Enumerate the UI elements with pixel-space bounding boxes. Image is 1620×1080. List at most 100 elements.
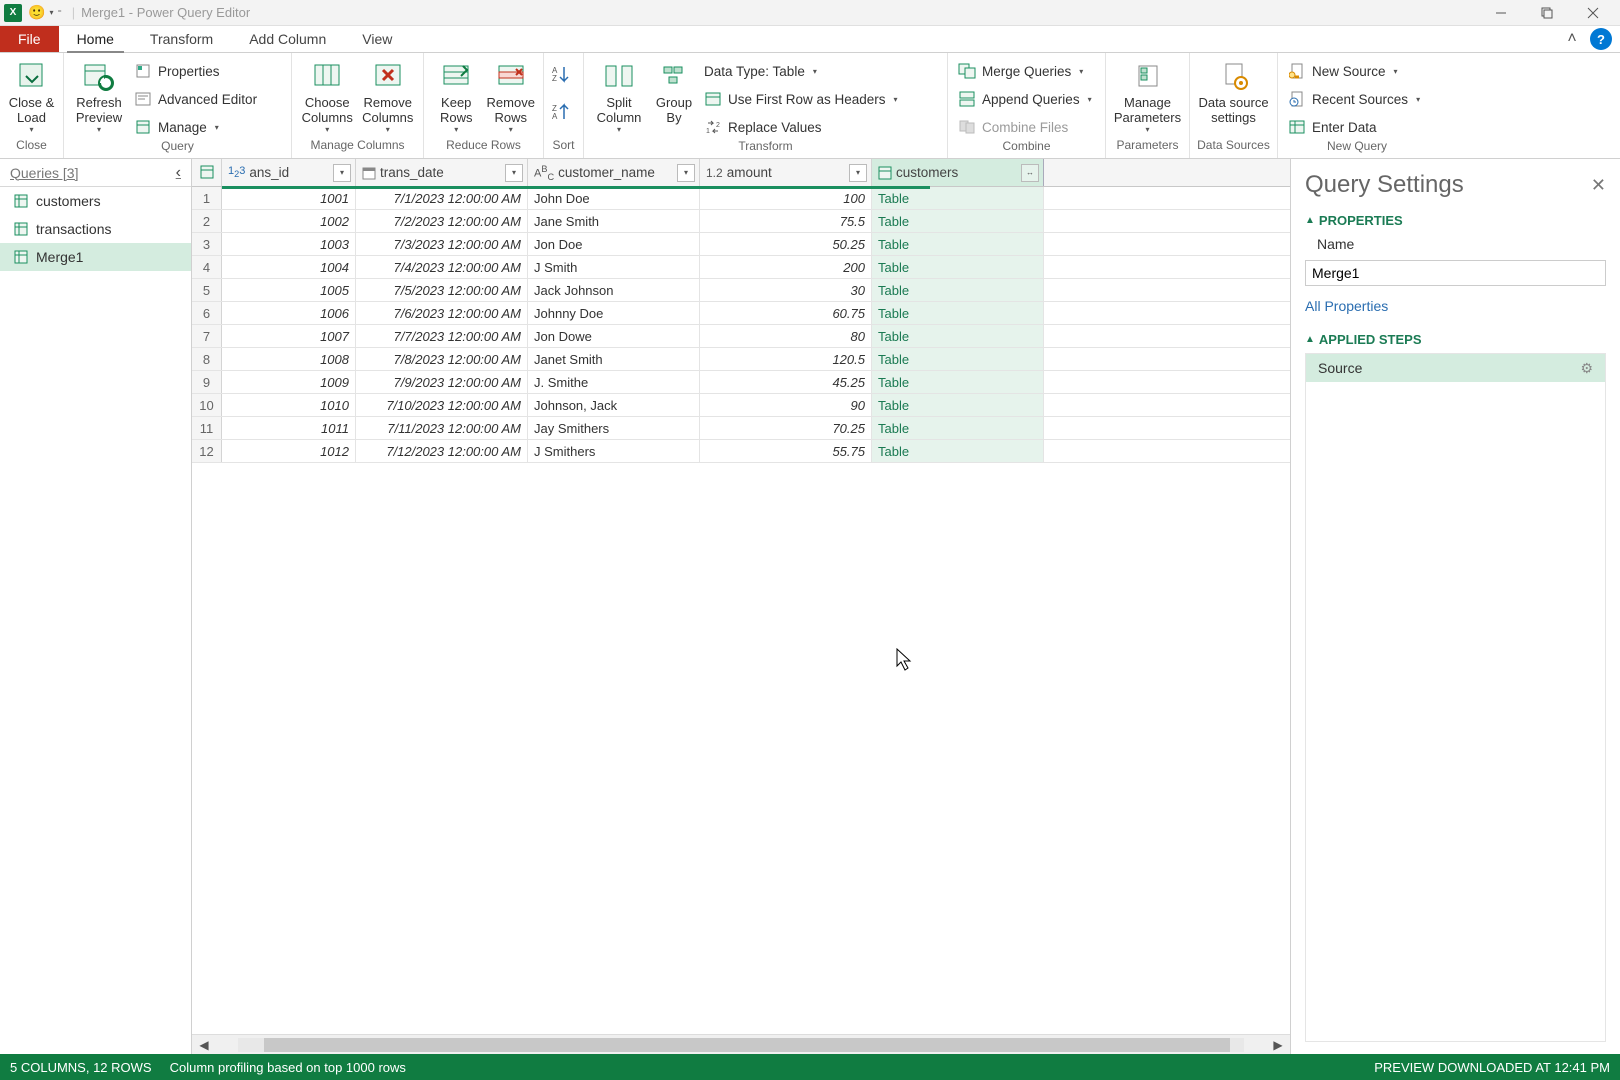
table-row[interactable]: 710077/7/2023 12:00:00 AMJon Dowe80Table xyxy=(192,325,1290,348)
applied-steps-header: APPLIED STEPS xyxy=(1319,332,1422,347)
first-row-headers-button[interactable]: Use First Row as Headers▾ xyxy=(704,87,904,111)
new-source-button[interactable]: New Source▾ xyxy=(1288,59,1426,83)
refresh-preview-button[interactable]: Refresh Preview▾ xyxy=(70,57,128,134)
svg-text:2: 2 xyxy=(716,122,720,129)
filter-icon[interactable]: ▾ xyxy=(505,164,523,182)
replace-values-button[interactable]: 12Replace Values xyxy=(704,115,904,139)
group-reduce-rows-label: Reduce Rows xyxy=(424,138,543,158)
qat-dropdown-icon[interactable]: ▾ xyxy=(49,8,53,17)
svg-text:1: 1 xyxy=(706,128,710,134)
remove-rows-button[interactable]: Remove Rows▾ xyxy=(485,57,538,134)
remove-columns-button[interactable]: Remove Columns▾ xyxy=(359,57,418,134)
append-queries-button[interactable]: Append Queries▾ xyxy=(958,87,1098,111)
close-window-button[interactable] xyxy=(1570,0,1616,26)
properties-header: PROPERTIES xyxy=(1319,213,1403,228)
merge-queries-button[interactable]: Merge Queries▾ xyxy=(958,59,1098,83)
ribbon: Close & Load▾ Close Refresh Preview▾ Pro… xyxy=(0,53,1620,159)
table-row[interactable]: 1010107/10/2023 12:00:00 AMJohnson, Jack… xyxy=(192,394,1290,417)
column-header-trans-date[interactable]: trans_date▾ xyxy=(356,159,528,186)
horizontal-scrollbar[interactable]: ◀ ▶ xyxy=(192,1034,1290,1054)
keep-rows-button[interactable]: Keep Rows▾ xyxy=(430,57,483,134)
group-transform-label: Transform xyxy=(584,139,947,158)
queries-item[interactable]: Merge1 xyxy=(0,243,191,271)
queries-item[interactable]: transactions xyxy=(0,215,191,243)
queries-pane: Queries [3] ‹ customerstransactionsMerge… xyxy=(0,159,192,1054)
sort-desc-button[interactable]: ZA xyxy=(550,95,572,129)
applied-steps-list: Source ⚙ xyxy=(1305,353,1606,1042)
table-row[interactable]: 410047/4/2023 12:00:00 AMJ Smith200Table xyxy=(192,256,1290,279)
manage-button[interactable]: Manage▾ xyxy=(134,115,263,139)
group-data-sources-label: Data Sources xyxy=(1190,138,1277,158)
data-grid: 123ans_id▾ trans_date▾ ABCcustomer_name▾… xyxy=(192,159,1290,1054)
query-settings-title: Query Settings xyxy=(1305,171,1464,199)
table-row[interactable]: 310037/3/2023 12:00:00 AMJon Doe50.25Tab… xyxy=(192,233,1290,256)
title-bar: X 🙂 ▾ ⁼ | Merge1 - Power Query Editor xyxy=(0,0,1620,26)
split-column-button[interactable]: Split Column▾ xyxy=(590,57,648,134)
data-type-dropdown[interactable]: Data Type: Table▾ xyxy=(704,59,904,83)
tab-file[interactable]: File xyxy=(0,26,59,52)
gear-icon[interactable]: ⚙ xyxy=(1580,360,1593,377)
maximize-button[interactable] xyxy=(1524,0,1570,26)
status-profiling: Column profiling based on top 1000 rows xyxy=(170,1060,406,1075)
sort-asc-button[interactable]: AZ xyxy=(550,57,572,91)
properties-button[interactable]: Properties xyxy=(134,59,263,83)
column-header-ans-id[interactable]: 123ans_id▾ xyxy=(222,159,356,186)
group-parameters-label: Parameters xyxy=(1106,138,1189,158)
choose-columns-button[interactable]: Choose Columns▾ xyxy=(298,57,357,134)
table-row[interactable]: 110017/1/2023 12:00:00 AMJohn Doe100Tabl… xyxy=(192,187,1290,210)
svg-text:A: A xyxy=(552,112,558,121)
recent-sources-button[interactable]: Recent Sources▾ xyxy=(1288,87,1426,111)
qat-overflow-icon[interactable]: ⁼ xyxy=(57,8,61,17)
table-row[interactable]: 910097/9/2023 12:00:00 AMJ. Smithe45.25T… xyxy=(192,371,1290,394)
excel-icon: X xyxy=(4,4,22,22)
separator: | xyxy=(72,5,75,20)
window-title: Merge1 - Power Query Editor xyxy=(81,5,250,20)
close-settings-icon[interactable]: ✕ xyxy=(1591,175,1606,196)
filter-icon[interactable]: ▾ xyxy=(333,164,351,182)
status-cols-rows: 5 COLUMNS, 12 ROWS xyxy=(10,1060,152,1075)
collapse-ribbon-icon[interactable]: ˄ xyxy=(1558,26,1586,52)
filter-icon[interactable]: ▾ xyxy=(849,164,867,182)
table-row[interactable]: 610067/6/2023 12:00:00 AMJohnny Doe60.75… xyxy=(192,302,1290,325)
combine-files-button: Combine Files xyxy=(958,115,1098,139)
filter-icon[interactable]: ▾ xyxy=(677,164,695,182)
group-sort-label: Sort xyxy=(544,138,583,158)
group-combine-label: Combine xyxy=(948,139,1105,158)
data-source-settings-button[interactable]: Data source settings xyxy=(1196,57,1271,125)
step-source[interactable]: Source ⚙ xyxy=(1306,354,1605,382)
table-row[interactable]: 1110117/11/2023 12:00:00 AMJay Smithers7… xyxy=(192,417,1290,440)
enter-data-button[interactable]: Enter Data xyxy=(1288,115,1426,139)
tab-transform[interactable]: Transform xyxy=(132,26,231,52)
query-name-input[interactable] xyxy=(1305,260,1606,286)
help-icon[interactable]: ? xyxy=(1590,28,1612,50)
table-row[interactable]: 1210127/12/2023 12:00:00 AMJ Smithers55.… xyxy=(192,440,1290,463)
tab-view[interactable]: View xyxy=(344,26,410,52)
advanced-editor-button[interactable]: Advanced Editor xyxy=(134,87,263,111)
manage-parameters-button[interactable]: Manage Parameters▾ xyxy=(1112,57,1183,134)
group-by-button[interactable]: Group By xyxy=(650,57,698,125)
table-row[interactable]: 510057/5/2023 12:00:00 AMJack Johnson30T… xyxy=(192,279,1290,302)
row-num-header xyxy=(192,159,222,186)
collapse-queries-icon[interactable]: ‹ xyxy=(176,164,181,182)
table-row[interactable]: 210027/2/2023 12:00:00 AMJane Smith75.5T… xyxy=(192,210,1290,233)
minimize-button[interactable] xyxy=(1478,0,1524,26)
query-settings-pane: Query Settings ✕ ▲PROPERTIES Name All Pr… xyxy=(1290,159,1620,1054)
tab-home[interactable]: Home xyxy=(59,26,132,52)
scroll-left-icon[interactable]: ◀ xyxy=(192,1038,216,1052)
status-bar: 5 COLUMNS, 12 ROWS Column profiling base… xyxy=(0,1054,1620,1080)
close-load-button[interactable]: Close & Load▾ xyxy=(6,57,57,134)
grid-header: 123ans_id▾ trans_date▾ ABCcustomer_name▾… xyxy=(192,159,1290,187)
all-properties-link[interactable]: All Properties xyxy=(1305,298,1606,314)
column-header-customer-name[interactable]: ABCcustomer_name▾ xyxy=(528,159,700,186)
expand-icon[interactable]: ↔ xyxy=(1021,164,1039,182)
status-preview-time: PREVIEW DOWNLOADED AT 12:41 PM xyxy=(1374,1060,1610,1075)
queries-header: Queries [3] xyxy=(10,165,78,181)
emoji-icon[interactable]: 🙂 xyxy=(28,4,45,21)
column-header-customers[interactable]: customers↔ xyxy=(872,159,1044,186)
column-header-amount[interactable]: 1.2amount▾ xyxy=(700,159,872,186)
tab-add-column[interactable]: Add Column xyxy=(231,26,344,52)
group-new-query-label: New Query xyxy=(1278,139,1436,158)
scroll-right-icon[interactable]: ▶ xyxy=(1266,1038,1290,1052)
table-row[interactable]: 810087/8/2023 12:00:00 AMJanet Smith120.… xyxy=(192,348,1290,371)
queries-item[interactable]: customers xyxy=(0,187,191,215)
